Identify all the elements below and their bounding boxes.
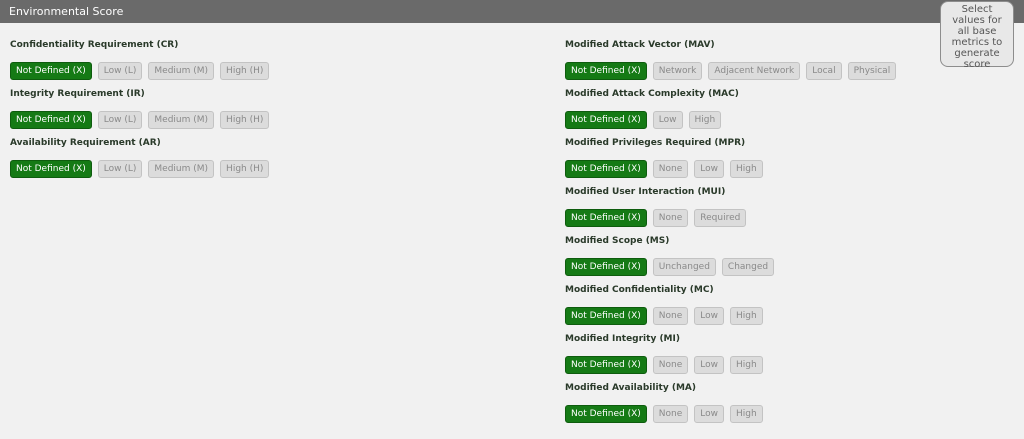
- ar-option-low-l-button[interactable]: Low (L): [97, 160, 143, 178]
- metric-label-ma: Modified Availability (MA): [565, 383, 696, 393]
- metric-label-ar: Availability Requirement (AR): [10, 138, 161, 148]
- mav-option-physical-button[interactable]: Physical: [847, 62, 897, 80]
- metric-label-mac: Modified Attack Complexity (MAC): [565, 89, 739, 99]
- mac-option-high-button[interactable]: High: [688, 111, 722, 129]
- ar-option-high-h-button[interactable]: High (H): [220, 160, 270, 178]
- cr-option-not-defined-x-button[interactable]: Not Defined (X): [10, 62, 92, 80]
- mav-option-network-button[interactable]: Network: [652, 62, 703, 80]
- ir-option-low-l-button[interactable]: Low (L): [97, 111, 143, 129]
- ir-option-medium-m-button[interactable]: Medium (M): [148, 111, 215, 129]
- options-mi: Not Defined (X) None Low High: [565, 356, 925, 374]
- ms-option-not-defined-x-button[interactable]: Not Defined (X): [565, 258, 647, 276]
- cr-option-low-l-button[interactable]: Low (L): [97, 62, 143, 80]
- metric-ms: Modified Scope (MS) Not Defined (X) Unchan…: [565, 234, 925, 283]
- mi-option-high-button[interactable]: High: [730, 356, 763, 374]
- ma-option-none-button[interactable]: None: [652, 405, 689, 423]
- ma-option-high-button[interactable]: High: [730, 405, 763, 423]
- options-mav: Not Defined (X) Network Adjacent Network Lo…: [565, 62, 925, 80]
- mav-option-adjacent-network-button[interactable]: Adjacent Network: [708, 62, 801, 80]
- metric-label-ms: Modified Scope (MS): [565, 236, 670, 246]
- mpr-option-not-defined-x-button[interactable]: Not Defined (X): [565, 160, 647, 178]
- mi-option-low-button[interactable]: Low: [694, 356, 724, 374]
- ma-option-low-button[interactable]: Low: [694, 405, 724, 423]
- mc-option-none-button[interactable]: None: [652, 307, 689, 325]
- mc-option-not-defined-x-button[interactable]: Not Defined (X): [565, 307, 647, 325]
- metric-mav: Modified Attack Vector (MAV) Not Defined …: [565, 38, 925, 87]
- mc-option-high-button[interactable]: High: [730, 307, 763, 325]
- mi-option-not-defined-x-button[interactable]: Not Defined (X): [565, 356, 647, 374]
- metric-mpr: Modified Privileges Required (MPR) Not De…: [565, 136, 925, 185]
- section-header: Environmental Score: [0, 0, 1024, 23]
- mui-option-not-defined-x-button[interactable]: Not Defined (X): [565, 209, 647, 227]
- ar-option-not-defined-x-button[interactable]: Not Defined (X): [10, 160, 92, 178]
- metric-label-mav: Modified Attack Vector (MAV): [565, 40, 715, 50]
- right-metrics-column: Modified Attack Vector (MAV) Not Defined …: [565, 38, 925, 430]
- mui-option-required-button[interactable]: Required: [694, 209, 747, 227]
- metric-label-mc: Modified Confidentiality (MC): [565, 285, 714, 295]
- ma-option-not-defined-x-button[interactable]: Not Defined (X): [565, 405, 647, 423]
- options-ma: Not Defined (X) None Low High: [565, 405, 925, 423]
- metric-label-mui: Modified User Interaction (MUI): [565, 187, 726, 197]
- options-mac: Not Defined (X) Low High: [565, 111, 925, 129]
- mav-option-not-defined-x-button[interactable]: Not Defined (X): [565, 62, 647, 80]
- metric-mc: Modified Confidentiality (MC) Not Defined…: [565, 283, 925, 332]
- mpr-option-high-button[interactable]: High: [730, 160, 763, 178]
- ms-option-unchanged-button[interactable]: Unchanged: [652, 258, 716, 276]
- cr-option-high-h-button[interactable]: High (H): [220, 62, 270, 80]
- ir-option-high-h-button[interactable]: High (H): [220, 111, 270, 129]
- score-box: Select values for all base metrics to ge…: [940, 1, 1014, 70]
- options-ar: Not Defined (X) Low (L) Medium (M) High (H): [10, 160, 530, 178]
- mpr-option-low-button[interactable]: Low: [694, 160, 724, 178]
- options-cr: Not Defined (X) Low (L) Medium (M) High (H): [10, 62, 530, 80]
- options-mc: Not Defined (X) None Low High: [565, 307, 925, 325]
- metric-ma: Modified Availability (MA) Not Defined (X…: [565, 381, 925, 430]
- left-metrics-column: Confidentiality Requirement (CR) Not Defi…: [10, 38, 530, 185]
- mui-option-none-button[interactable]: None: [652, 209, 689, 227]
- cr-option-medium-m-button[interactable]: Medium (M): [148, 62, 215, 80]
- metric-cr: Confidentiality Requirement (CR) Not Defi…: [10, 38, 530, 87]
- options-ir: Not Defined (X) Low (L) Medium (M) High (H): [10, 111, 530, 129]
- options-ms: Not Defined (X) Unchanged Changed: [565, 258, 925, 276]
- mav-option-local-button[interactable]: Local: [806, 62, 842, 80]
- metric-mac: Modified Attack Complexity (MAC) Not Defi…: [565, 87, 925, 136]
- ar-option-medium-m-button[interactable]: Medium (M): [148, 160, 215, 178]
- mpr-option-none-button[interactable]: None: [652, 160, 689, 178]
- mc-option-low-button[interactable]: Low: [694, 307, 724, 325]
- metric-ir: Integrity Requirement (IR) Not Defined (X…: [10, 87, 530, 136]
- mi-option-none-button[interactable]: None: [652, 356, 689, 374]
- ir-option-not-defined-x-button[interactable]: Not Defined (X): [10, 111, 92, 129]
- metric-ar: Availability Requirement (AR) Not Defined…: [10, 136, 530, 185]
- ms-option-changed-button[interactable]: Changed: [721, 258, 775, 276]
- metric-label-cr: Confidentiality Requirement (CR): [10, 40, 179, 50]
- mac-option-low-button[interactable]: Low: [652, 111, 683, 129]
- metric-mui: Modified User Interaction (MUI) Not Defin…: [565, 185, 925, 234]
- metric-label-mpr: Modified Privileges Required (MPR): [565, 138, 746, 148]
- metric-label-ir: Integrity Requirement (IR): [10, 89, 145, 99]
- options-mui: Not Defined (X) None Required: [565, 209, 925, 227]
- options-mpr: Not Defined (X) None Low High: [565, 160, 925, 178]
- section-title: Environmental Score: [9, 5, 124, 18]
- metric-label-mi: Modified Integrity (MI): [565, 334, 680, 344]
- mac-option-not-defined-x-button[interactable]: Not Defined (X): [565, 111, 647, 129]
- metric-mi: Modified Integrity (MI) Not Defined (X) No…: [565, 332, 925, 381]
